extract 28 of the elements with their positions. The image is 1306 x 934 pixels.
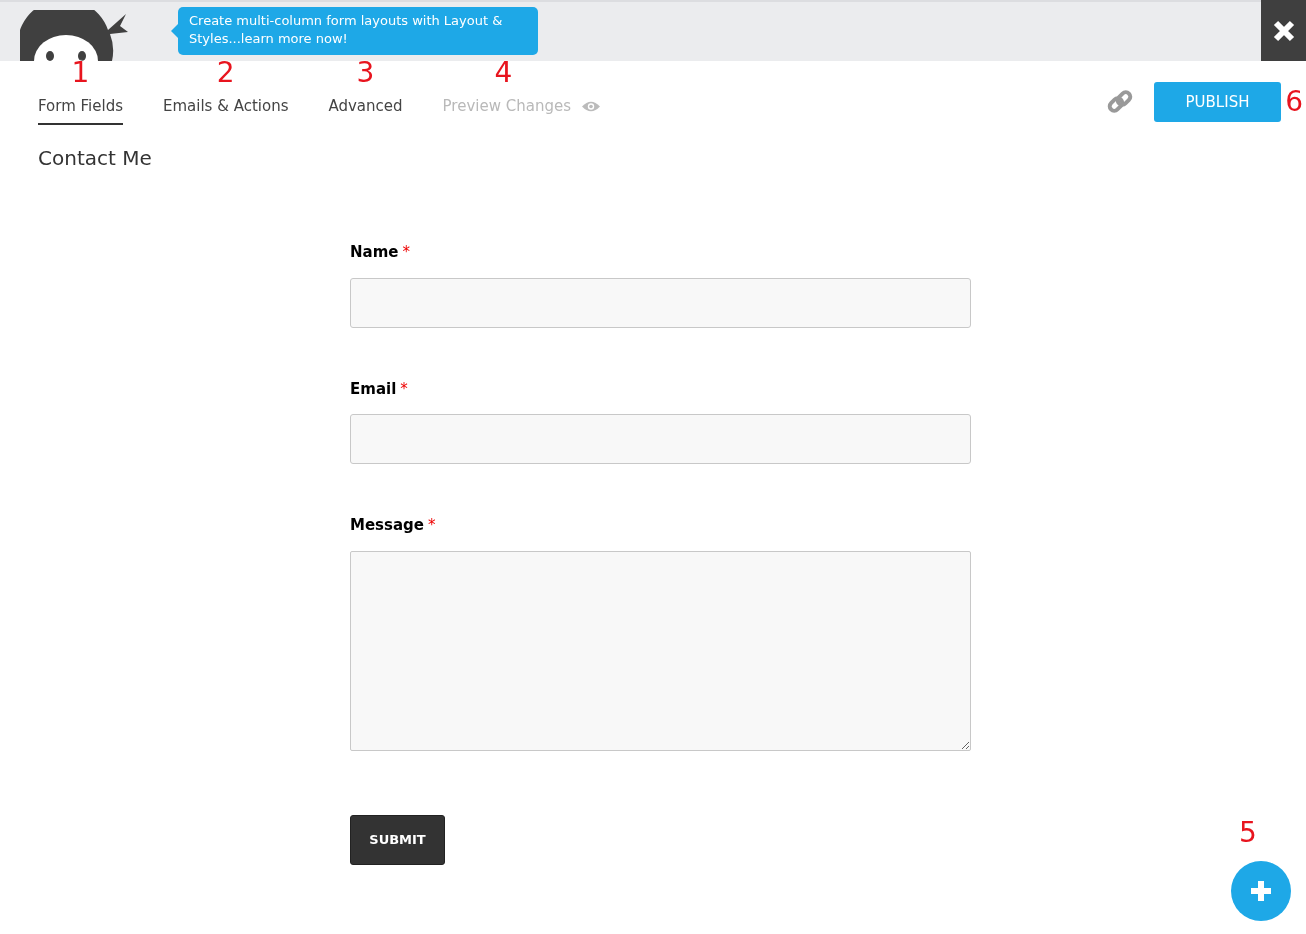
field-label: Name	[350, 242, 399, 263]
ninja-logo-icon	[20, 10, 130, 61]
tab[interactable]: Advanced	[328, 94, 403, 125]
submit-button[interactable]: SUBMIT	[350, 814, 445, 865]
message-field[interactable]	[350, 550, 971, 751]
required-mark: *	[402, 242, 410, 263]
close-icon	[1272, 19, 1295, 42]
annotation-number: 2	[216, 58, 235, 87]
required-mark: *	[400, 378, 408, 400]
link-icon[interactable]	[1106, 88, 1134, 116]
field-label: Email	[350, 378, 397, 400]
tab[interactable]: Form Fields	[38, 94, 123, 125]
annotation-number: 6	[1285, 88, 1303, 116]
input-field[interactable]	[350, 414, 971, 464]
add-button[interactable]	[1231, 861, 1291, 921]
annotation-number: 3	[356, 58, 375, 87]
annotation-number: 1	[71, 58, 90, 87]
close-button[interactable]	[1261, 0, 1306, 61]
field-label: Message	[350, 515, 424, 536]
form-title: Contact Me	[38, 145, 153, 172]
tab[interactable]: Emails & Actions	[163, 94, 289, 125]
input-field[interactable]	[350, 277, 971, 328]
tooltip-text: Create multi-column form layouts with Layout & Styles...learn more now!	[189, 13, 503, 46]
plus-icon	[1249, 879, 1273, 903]
annotation-number: 4	[494, 58, 513, 87]
eye-icon	[580, 99, 601, 113]
required-mark: *	[428, 515, 436, 536]
annotation-number: 5	[1239, 819, 1257, 847]
